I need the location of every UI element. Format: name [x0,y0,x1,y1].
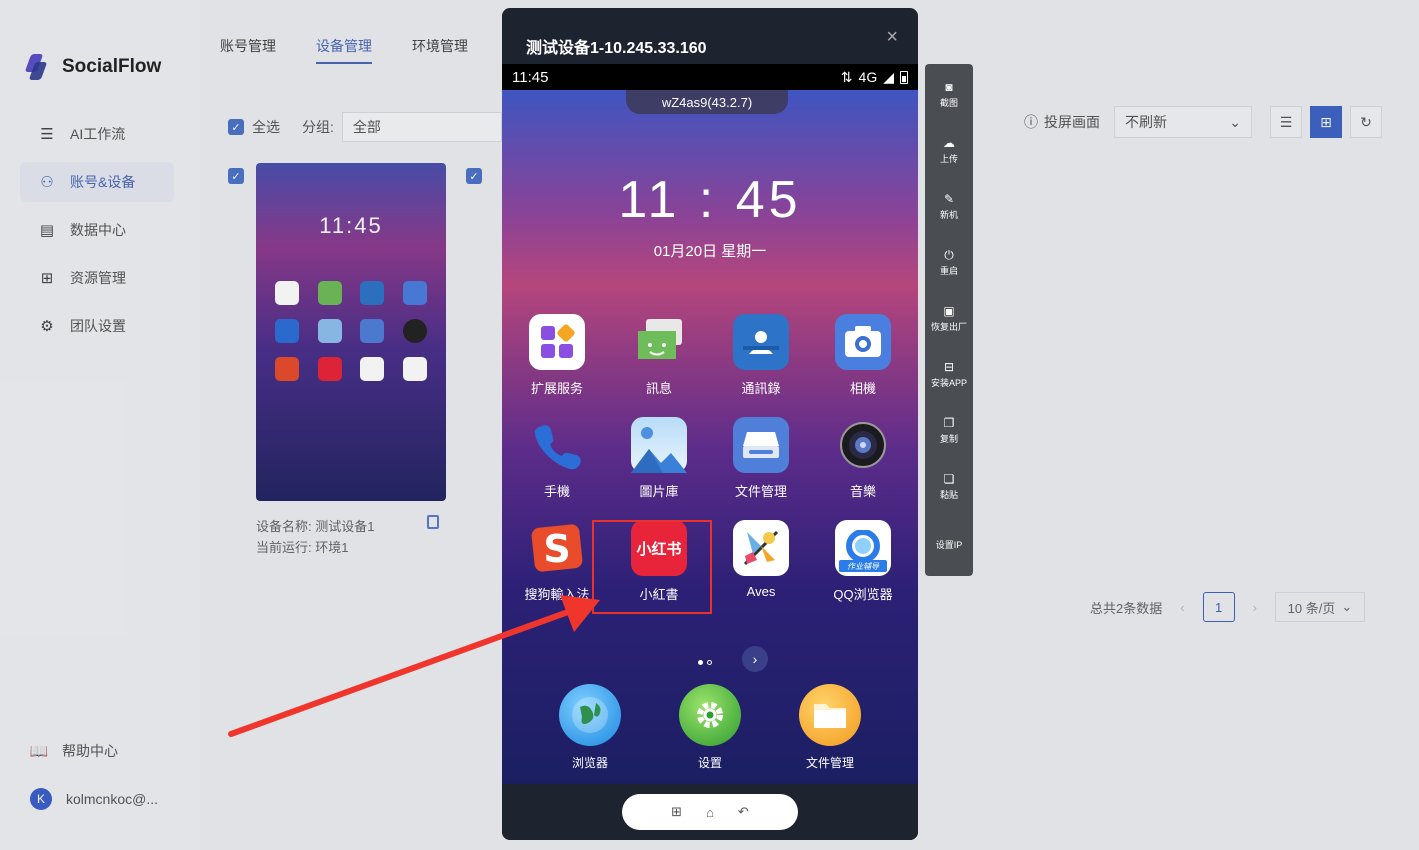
extension-icon [529,314,585,370]
back-icon[interactable]: ↶ [738,804,749,820]
app-label: 相機 [849,381,876,396]
paste-button[interactable]: ❏ 黏贴 [925,472,973,501]
dock-settings[interactable]: 设置 [679,684,741,771]
page-indicator [698,660,712,665]
network-type: 4G [858,69,878,85]
dock-browser[interactable]: 浏览器 [559,684,621,771]
app-label: 浏览器 [571,756,608,770]
sogou-icon: S [529,520,585,576]
gallery-icon [631,417,687,473]
recent-apps-icon[interactable]: ⊞ [671,804,682,820]
tool-label: 黏贴 [939,490,958,500]
battery-icon [900,70,908,84]
paste-icon: ❏ [943,472,955,486]
app-phone[interactable]: 手機 [506,417,608,500]
tool-label: 重启 [939,266,958,276]
aves-icon [733,520,789,576]
install-app-button[interactable]: ⊟ 安装APP [925,360,973,389]
tool-label: 上传 [939,154,958,164]
install-icon: ⊟ [943,360,955,374]
home-dock: 浏览器 设置 文件管理 [502,684,918,771]
app-extension-service[interactable]: 扩展服务 [506,314,608,397]
qq-browser-icon: 作业辅导 [835,520,891,576]
phone-status-bar: 11:45 ⇅ 4G ◢ [502,64,918,90]
device-screen-modal: 测试设备1-10.245.33.160 × 11:45 ⇅ 4G ◢ wZ4as… [502,8,918,840]
browser-icon [559,684,621,746]
status-time: 11:45 [512,68,549,86]
home-icon[interactable]: ⌂ [706,805,714,820]
status-indicators: ⇅ 4G ◢ [841,69,908,86]
app-label: QQ浏览器 [833,587,893,602]
chevron-right-icon[interactable]: › [742,646,768,672]
app-label: 訊息 [645,381,672,396]
tool-label: 复制 [939,434,958,444]
home-clock: 11 : 45 [618,171,802,229]
nav-pill: ⊞ ⌂ ↶ [622,794,798,830]
reset-icon: ▣ [943,304,955,318]
app-label: 搜狗輸入法 [524,587,590,602]
tool-label: 安装APP [930,378,967,388]
app-label: 设置 [697,756,722,770]
camera-icon [835,314,891,370]
home-date: 01月20日 星期一 [653,243,767,260]
app-label: 文件管理 [734,484,787,499]
app-label: 手機 [543,484,570,499]
tool-label: 新机 [939,210,958,220]
copy-icon: ❐ [943,416,955,430]
set-ip-button[interactable]: 设置IP [925,538,973,551]
app-label: 文件管理 [805,756,854,770]
reboot-button[interactable]: ⏻ 重启 [925,248,973,277]
app-label: 扩展服务 [530,381,583,396]
app-music[interactable]: 音樂 [812,417,914,500]
app-label: 通訊錄 [741,381,781,396]
factory-reset-button[interactable]: ▣ 恢复出厂 [925,304,973,333]
phone-icon [529,417,585,473]
folder-icon [799,684,861,746]
signal-arrows-icon: ⇅ [840,68,853,85]
app-qq-browser[interactable]: 作业辅导 QQ浏览器 [812,520,914,603]
tool-label: 截图 [939,98,958,108]
app-messages[interactable]: 訊息 [608,314,710,397]
page-dot [707,660,712,665]
app-label: 圖片庫 [639,484,679,499]
camera-icon: ◙ [945,80,953,94]
modal-title: 测试设备1-10.245.33.160 [526,40,707,57]
app-aves[interactable]: Aves [710,520,812,603]
app-contacts[interactable]: 通訊錄 [710,314,812,397]
copy-button[interactable]: ❐ 复制 [925,416,973,445]
new-device-button[interactable]: ✎ 新机 [925,192,973,221]
signal-icon: ◢ [883,68,894,85]
message-icon [631,314,687,370]
contacts-icon [733,314,789,370]
power-icon: ⏻ [944,248,954,262]
tool-label: 设置IP [935,540,963,550]
device-id-pill: wZ4as9(43.2.7) [626,90,788,114]
music-icon [835,417,891,473]
upload-button[interactable]: ☁ 上传 [925,136,973,165]
app-camera[interactable]: 相機 [812,314,914,397]
device-toolbar: ◙ 截图 ☁ 上传 ✎ 新机 ⏻ 重启 ▣ 恢复出厂 ⊟ 安装APP ❐ 复制 … [925,64,973,576]
app-label: 音樂 [849,484,876,499]
edit-icon: ✎ [943,192,955,206]
settings-icon [679,684,741,746]
phone-nav-bar: ⊞ ⌂ ↶ [502,784,918,840]
app-file-manager[interactable]: 文件管理 [710,417,812,500]
dock-file-manager[interactable]: 文件管理 [799,684,861,771]
qq-browser-badge: 作业辅导 [839,560,887,572]
cloud-upload-icon: ☁ [943,136,955,150]
phone-screen[interactable]: wZ4as9(43.2.7) 11 : 45 01月20日 星期一 扩展服务 訊… [502,90,918,784]
page-dot [698,660,703,665]
svg-text:S: S [543,527,570,571]
file-manager-icon [733,417,789,473]
screenshot-button[interactable]: ◙ 截图 [925,80,973,109]
app-label: Aves [746,584,776,599]
app-gallery[interactable]: 圖片庫 [608,417,710,500]
tool-label: 恢复出厂 [930,322,967,332]
highlight-box [592,520,712,614]
close-icon[interactable]: × [886,26,898,49]
